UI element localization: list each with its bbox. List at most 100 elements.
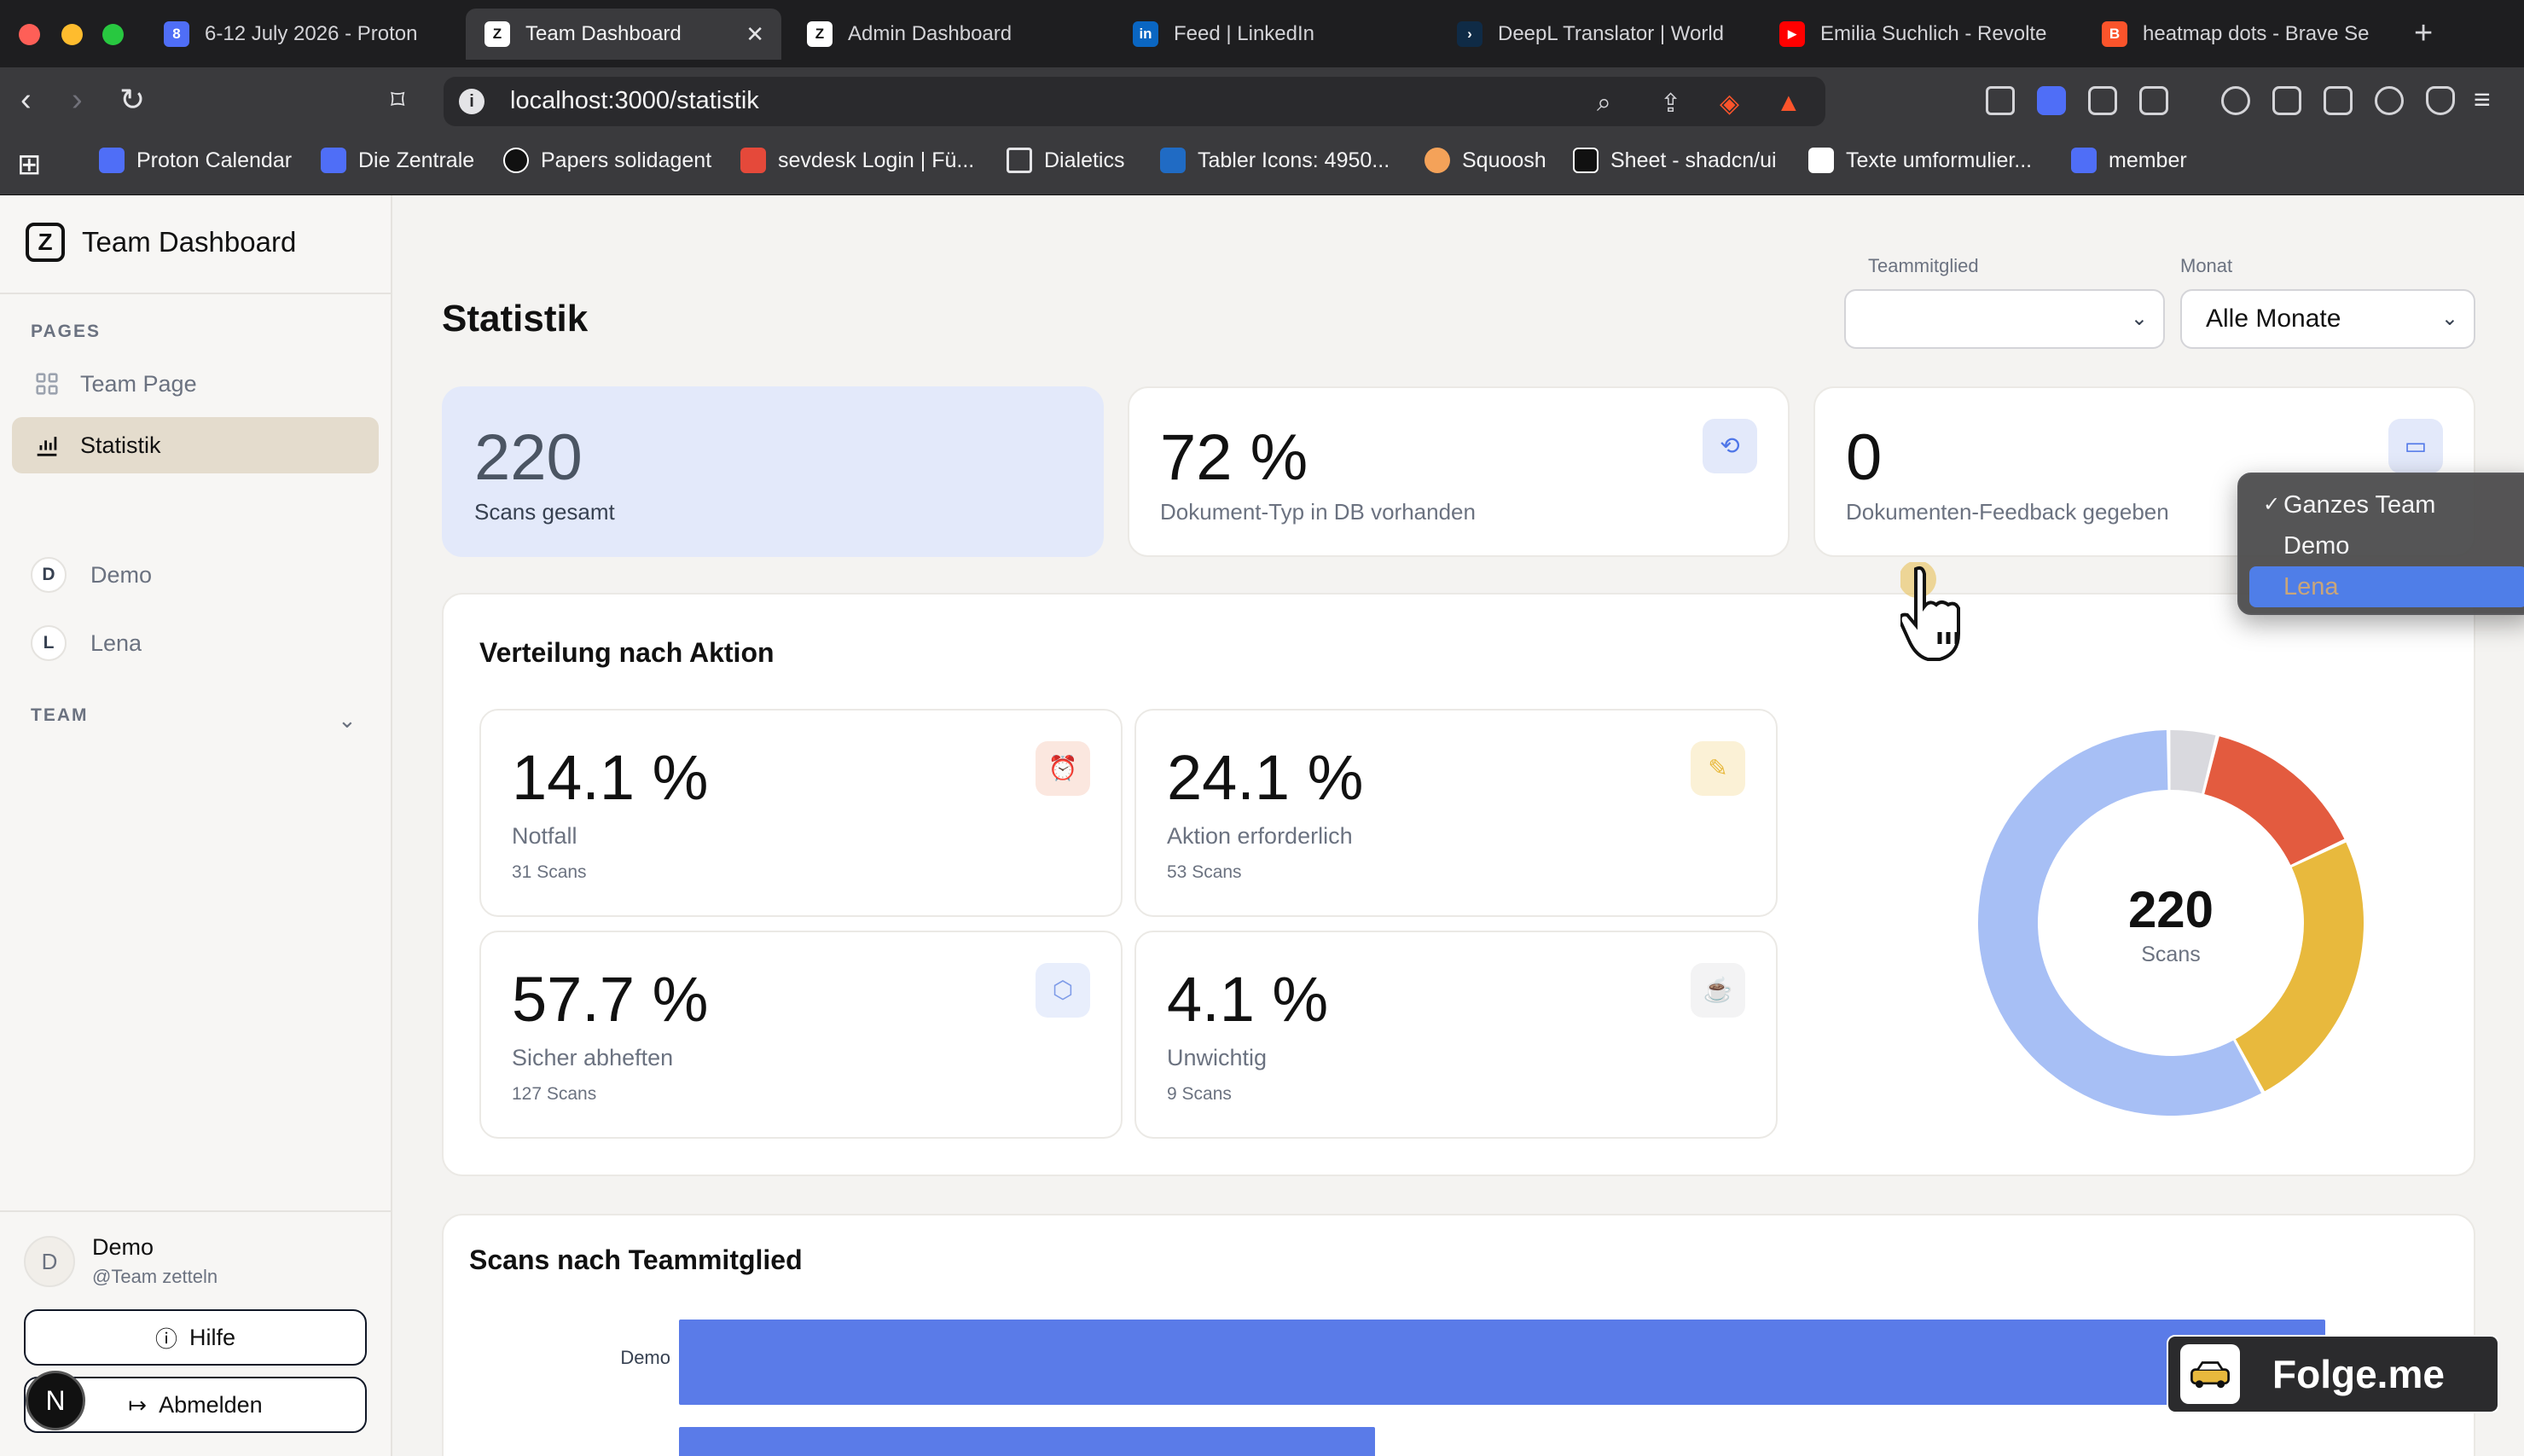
music-icon[interactable] — [2221, 86, 2250, 115]
bookmark-icon[interactable]: ⌑ — [391, 81, 404, 119]
action-label: Sicher abheften — [512, 1045, 674, 1070]
avatar: D — [31, 557, 67, 593]
browser-tab[interactable]: in Feed | LinkedIn — [1114, 9, 1430, 60]
extensions-icon[interactable] — [2088, 86, 2117, 115]
sidebar-item-team-page[interactable]: Team Page — [12, 356, 379, 412]
browser-tab[interactable]: B heatmap dots - Brave Se — [2083, 9, 2399, 60]
linkedin-icon: in — [1133, 21, 1158, 47]
forward-icon[interactable]: › — [72, 81, 83, 119]
pages-heading: PAGES — [31, 322, 101, 341]
share-icon[interactable]: ⇪ — [1660, 89, 1681, 119]
menu-icon[interactable]: ≡ — [2474, 81, 2491, 119]
dropdown-option-lena[interactable]: Lena — [2249, 566, 2524, 607]
month-select-value: Alle Monate — [2206, 305, 2341, 333]
sidebar-item-label: Team Page — [80, 370, 197, 397]
logout-label: Abmelden — [159, 1391, 263, 1418]
action-percent: 57.7 % — [512, 964, 709, 1035]
brave-rewards-icon[interactable]: ▲ — [1776, 89, 1802, 118]
z-logo-icon: Z — [807, 21, 833, 47]
folder-icon — [1007, 148, 1032, 173]
tabler-icon — [1160, 148, 1186, 173]
url-text[interactable]: localhost:3000/statistik — [510, 87, 759, 115]
bookmark-folder[interactable]: Dialetics — [1007, 148, 1124, 173]
close-tab-icon[interactable]: ✕ — [746, 21, 764, 48]
tab-label: Admin Dashboard — [848, 22, 1013, 45]
avatar: L — [31, 625, 67, 661]
help-label: Hilfe — [189, 1324, 236, 1350]
address-bar[interactable]: i localhost:3000/statistik ⌕ ⇪ ◈ ▲ — [444, 77, 1825, 126]
bookmark-item[interactable]: Texte umformulier... — [1808, 148, 2032, 173]
bookmark-item[interactable]: Squoosh — [1424, 148, 1546, 173]
action-percent: 4.1 % — [1167, 964, 1329, 1035]
browser-tab[interactable]: ▶ Emilia Suchlich - Revolte — [1761, 9, 2076, 60]
bar-demo[interactable] — [679, 1320, 2325, 1405]
chevron-down-icon: ⌄ — [2130, 307, 2148, 330]
bookmark-item[interactable]: Proton Calendar — [99, 148, 292, 173]
browser-tab-active[interactable]: Z Team Dashboard ✕ — [466, 9, 781, 60]
minimize-window-button[interactable] — [61, 24, 83, 45]
bar-member-2[interactable] — [679, 1427, 1375, 1456]
donut-slice-notfall[interactable] — [2204, 736, 2345, 865]
divider — [0, 293, 391, 294]
sidebar-member-demo[interactable]: D Demo — [31, 557, 152, 593]
action-count: 127 Scans — [512, 1084, 597, 1104]
reload-icon[interactable]: ↻ — [119, 81, 145, 119]
action-card-sicher: 57.7 % Sicher abheften 127 Scans ⬡ — [479, 931, 1123, 1139]
main-content: Statistik Teammitglied ⌄ Monat Alle Mona… — [392, 195, 2524, 1456]
card-title: Verteilung nach Aktion — [479, 637, 775, 668]
site-info-icon[interactable]: i — [459, 89, 484, 114]
bookmark-item[interactable]: Papers solidagent — [503, 148, 711, 173]
user-profile[interactable]: D Demo @Team zetteln — [24, 1234, 218, 1288]
browser-tab[interactable]: Z Admin Dashboard — [788, 9, 1104, 60]
avatar: D — [24, 1235, 75, 1287]
option-label: Demo — [2283, 532, 2350, 560]
leo-ai-icon[interactable] — [2375, 86, 2404, 115]
month-select[interactable]: Alle Monate ⌄ — [2180, 289, 2475, 349]
file-refresh-icon: ⟲ — [1703, 419, 1757, 473]
sidebar-item-statistik[interactable]: Statistik — [12, 417, 379, 473]
sidebar-toggle-icon[interactable] — [2272, 86, 2301, 115]
n-badge[interactable]: N — [26, 1371, 85, 1430]
action-label: Notfall — [512, 823, 577, 849]
stat-label: Scans gesamt — [474, 499, 615, 525]
bookmark-item[interactable]: Sheet - shadcn/ui — [1573, 148, 1777, 173]
bookmark-item[interactable]: member — [2071, 148, 2187, 173]
donut-total-label: Scans — [2141, 943, 2201, 966]
screenshot-icon[interactable] — [1986, 86, 2015, 115]
apps-grid-icon[interactable]: ⊞ — [17, 148, 42, 182]
dropdown-option-demo[interactable]: Demo — [2249, 525, 2524, 566]
member-filter-label: Teammitglied — [1868, 255, 1979, 276]
box-icon: ⬡ — [1036, 963, 1090, 1018]
z-logo-icon: Z — [484, 21, 510, 47]
brand[interactable]: Z Team Dashboard — [26, 223, 296, 262]
vpn-icon[interactable] — [2426, 86, 2455, 115]
sidebar-member-lena[interactable]: L Lena — [31, 625, 142, 661]
wallet-icon[interactable] — [2324, 86, 2353, 115]
dropdown-option-ganzes-team[interactable]: ✓ Ganzes Team — [2249, 484, 2524, 525]
zoom-icon[interactable]: ⌕ — [1597, 89, 1611, 118]
brave-shield-icon[interactable]: ◈ — [1720, 89, 1739, 119]
tab-label: heatmap dots - Brave Se — [2143, 22, 2370, 45]
bookmark-item[interactable]: Tabler Icons: 4950... — [1160, 148, 1390, 173]
chevron-down-icon[interactable]: ⌄ — [338, 707, 357, 734]
member-select[interactable]: ⌄ — [1844, 289, 2165, 349]
translate-icon[interactable] — [2037, 86, 2066, 115]
donut-center: 220 Scans — [1975, 880, 2367, 967]
browser-tab[interactable]: 8 6-12 July 2026 - Proton — [145, 9, 461, 60]
logout-icon: ↦ — [128, 1391, 148, 1418]
browser-tab[interactable]: › DeepL Translator | World — [1438, 9, 1754, 60]
back-icon[interactable]: ‹ — [20, 81, 32, 119]
browser-tab-bar: 8 6-12 July 2026 - Proton Z Team Dashboa… — [0, 0, 2524, 67]
member-icon — [2071, 148, 2097, 173]
bookmark-item[interactable]: Die Zentrale — [321, 148, 474, 173]
reader-icon[interactable] — [2139, 86, 2168, 115]
close-window-button[interactable] — [19, 24, 40, 45]
maximize-window-button[interactable] — [102, 24, 124, 45]
bar-chart-icon — [37, 437, 57, 456]
bookmark-item[interactable]: sevdesk Login | Fü... — [740, 148, 974, 173]
help-button[interactable]: ⓘ Hilfe — [24, 1309, 367, 1366]
stat-value: 220 — [474, 421, 583, 494]
member-name: Lena — [90, 629, 142, 656]
new-tab-icon[interactable]: + — [2414, 15, 2433, 52]
folge-me-text: Folge.me — [2272, 1352, 2445, 1396]
